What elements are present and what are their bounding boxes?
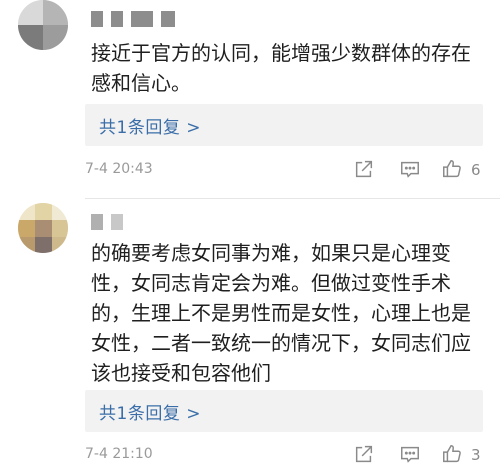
comment-text-line: 的，生理上不是男性而是女性，心理上也是 [91,301,471,325]
thumbs-up-icon[interactable] [441,158,467,184]
share-icon[interactable] [353,158,379,184]
like-count: 6 [471,161,481,179]
timestamp: 7-4 21:10 [85,446,153,462]
comment-text-line: 女性，二者一致统一的情况下，女同志们应 [91,331,471,355]
comment-text-line: 性，女同志肯定会为难。但做过变性手术 [91,271,451,295]
avatar[interactable] [18,203,68,253]
comment-text-line: 感和信心。 [91,71,191,95]
comment-item: 接近于官方的认同，能增强少数群体的存在 感和信心。 共1条回复 > 7-4 20… [0,0,500,200]
share-icon[interactable] [353,443,379,468]
comment-icon[interactable] [399,443,425,468]
comment-text: 接近于官方的认同，能增强少数群体的存在 感和信心。 [91,38,481,98]
view-replies-link[interactable]: 共1条回复 > [99,113,201,138]
thumbs-up-icon[interactable] [441,443,467,468]
timestamp: 7-4 20:43 [85,161,153,177]
comment-meta: 7-4 20:43 6 [85,158,495,184]
username[interactable] [91,11,175,29]
view-replies-link[interactable]: 共1条回复 > [99,399,201,424]
comment-icon[interactable] [399,158,425,184]
divider [85,198,500,199]
reply-box[interactable]: 共1条回复 > [85,104,483,146]
comment-text: 的确要考虑女同事为难，如果只是心理变 性，女同志肯定会为难。但做过变性手术 的，… [91,238,491,388]
comment-item: 的确要考虑女同事为难，如果只是心理变 性，女同志肯定会为难。但做过变性手术 的，… [0,203,500,468]
avatar[interactable] [18,0,68,50]
comment-text-line: 的确要考虑女同事为难，如果只是心理变 [91,241,451,265]
like-count: 3 [471,446,481,464]
comment-meta: 7-4 21:10 3 [85,443,495,468]
comment-text-line: 该也接受和包容他们 [91,361,271,385]
reply-box[interactable]: 共1条回复 > [85,390,483,432]
comment-text-line: 接近于官方的认同，能增强少数群体的存在 [91,41,471,65]
username[interactable] [91,214,123,232]
